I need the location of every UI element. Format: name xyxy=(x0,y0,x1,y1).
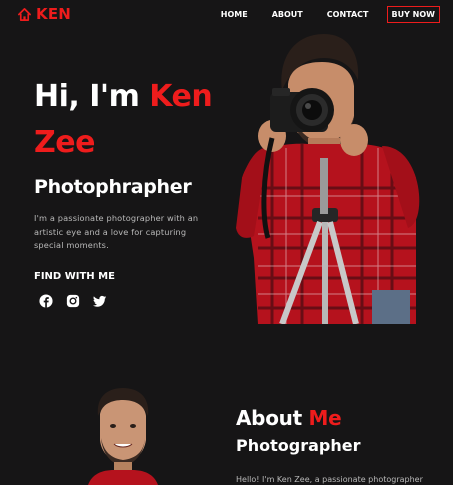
logo-text: KEN xyxy=(36,5,72,23)
nav-link-about[interactable]: ABOUT xyxy=(272,7,303,23)
top-navbar: KEN HOME ABOUT CONTACT BUY NOW xyxy=(0,0,453,30)
home-icon xyxy=(18,7,31,21)
about-intro-text: Hello! I'm Ken Zee, a passionate photogr… xyxy=(236,475,423,484)
nav-link-contact[interactable]: CONTACT xyxy=(327,7,369,23)
buy-now-button[interactable]: BUY NOW xyxy=(386,6,440,23)
photographer-hero-image xyxy=(236,34,420,324)
hero-name-last: Zee xyxy=(34,125,95,160)
hero-greeting: Hi, I'm xyxy=(34,79,140,114)
find-with-me-heading: FIND WITH ME xyxy=(34,271,115,282)
portfolio-page: KEN HOME ABOUT CONTACT BUY NOW Hi, I'm K… xyxy=(0,0,453,485)
about-title-white: About xyxy=(236,406,302,430)
about-heading: About Me xyxy=(236,406,342,430)
nav-links: HOME ABOUT CONTACT BUY NOW xyxy=(221,6,440,23)
hero-name-first: Ken xyxy=(149,79,213,114)
hero-role: Photophrapher xyxy=(34,176,192,198)
instagram-icon[interactable] xyxy=(66,294,80,308)
facebook-icon[interactable] xyxy=(39,294,53,308)
twitter-icon[interactable] xyxy=(93,294,107,308)
nav-link-home[interactable]: HOME xyxy=(221,7,248,23)
about-title-red: Me xyxy=(308,406,342,430)
hero-description: I'm a passionate photographer with an ar… xyxy=(34,213,199,251)
logo[interactable]: KEN xyxy=(17,5,71,23)
social-links xyxy=(39,294,107,308)
about-subtitle: Photographer xyxy=(236,436,361,455)
ken-portrait-image xyxy=(88,388,158,485)
hero-heading: Hi, I'm Ken Zee xyxy=(34,74,234,166)
